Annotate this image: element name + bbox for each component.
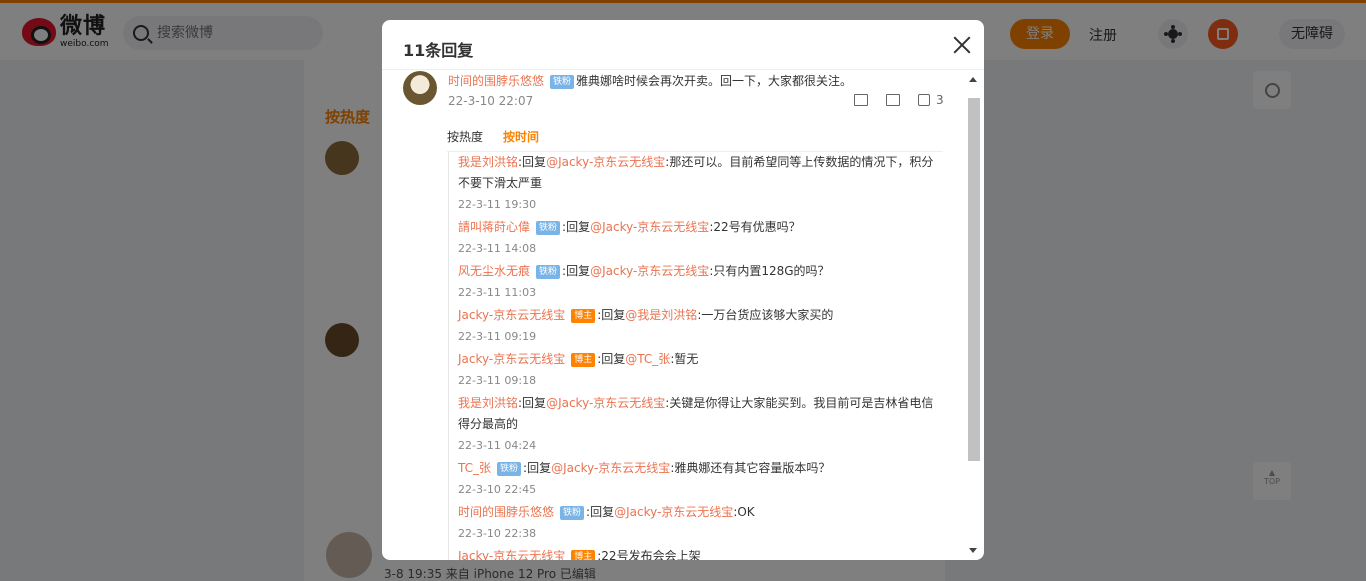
reply-user-link[interactable]: Jacky-京东云无线宝 bbox=[458, 352, 565, 366]
reply-body: :22号发布会会上架 bbox=[597, 549, 701, 560]
reply-text: 风无尘水无痕 铁粉:回复@Jacky-京东云无线宝:只有内置128G的吗？ bbox=[458, 260, 942, 282]
reply-time: 22-3-10 22:38 bbox=[458, 527, 537, 540]
replies-dialog: 11条回复 时间的围脖乐悠悠 铁粉 雅典娜啥时候会再次开卖。回一下，大家都很关注。 … bbox=[382, 20, 984, 560]
reply-time: 22-3-11 09:19 bbox=[458, 330, 537, 343]
comment-actions: 3 bbox=[854, 93, 944, 107]
dialog-body: 时间的围脖乐悠悠 铁粉 雅典娜啥时候会再次开卖。回一下，大家都很关注。 22-3-1… bbox=[382, 70, 966, 560]
root-comment-text: 雅典娜啥时候会再次开卖。回一下，大家都很关注。 bbox=[576, 74, 853, 88]
reply-body: :一万台货应该够大家买的 bbox=[697, 308, 834, 322]
reply-time: 22-3-11 11:03 bbox=[458, 286, 537, 299]
reply-body: :只有内置128G的吗？ bbox=[709, 264, 830, 278]
reply-text: 我是刘洪铭:回复@Jacky-京东云无线宝:那还可以。目前希望同等上传数据的情况… bbox=[458, 151, 942, 194]
reply-prefix: :回复 bbox=[523, 461, 552, 475]
mention-link[interactable]: @Jacky-京东云无线宝 bbox=[590, 220, 709, 234]
reply-item: TC_张 铁粉:回复@Jacky-京东云无线宝:雅典娜还有其它容量版本吗？ 22-3… bbox=[449, 457, 942, 501]
scroll-down-arrow-icon[interactable] bbox=[969, 548, 977, 553]
reply-user-link[interactable]: 我是刘洪铭 bbox=[458, 396, 518, 410]
reply-body: :暂无 bbox=[670, 352, 699, 366]
reply-prefix: :回复 bbox=[518, 155, 547, 169]
scroll-up-arrow-icon[interactable] bbox=[969, 77, 977, 82]
reply-prefix: :回复 bbox=[597, 308, 626, 322]
dialog-title: 11条回复 bbox=[403, 41, 474, 60]
reply-time: 22-3-11 14:08 bbox=[458, 242, 537, 255]
reply-time: 22-3-11 19:30 bbox=[458, 198, 537, 211]
dialog-scrollbar[interactable] bbox=[967, 70, 981, 560]
reply-prefix: :回复 bbox=[518, 396, 547, 410]
reply-list: 我是刘洪铭:回复@Jacky-京东云无线宝:那还可以。目前希望同等上传数据的情况… bbox=[448, 151, 942, 560]
share-icon[interactable] bbox=[854, 94, 868, 106]
reply-user-link[interactable]: 我是刘洪铭 bbox=[458, 155, 518, 169]
reply-user-link[interactable]: Jacky-京东云无线宝 bbox=[458, 549, 565, 560]
avatar[interactable] bbox=[403, 71, 437, 105]
fan-badge: 铁粉 bbox=[560, 506, 585, 520]
fan-badge: 铁粉 bbox=[536, 265, 561, 279]
like-button[interactable]: 3 bbox=[918, 93, 944, 107]
mention-link[interactable]: @Jacky-京东云无线宝 bbox=[590, 264, 709, 278]
fan-badge: 铁粉 bbox=[497, 462, 522, 476]
tab-by-time[interactable]: 按时间 bbox=[503, 128, 539, 145]
thumbs-up-icon bbox=[918, 94, 930, 106]
reply-item: Jacky-京东云无线宝 博主:回复@我是刘洪铭:一万台货应该够大家买的 22-3-… bbox=[449, 304, 942, 348]
reply-item: 我是刘洪铭:回复@Jacky-京东云无线宝:关键是你得让大家能买到。我目前可是吉… bbox=[449, 392, 942, 457]
reply-body: :OK bbox=[733, 505, 755, 519]
root-comment-time: 22-3-10 22:07 bbox=[448, 94, 534, 108]
reply-item: Jacky-京东云无线宝 博主:回复@TC_张:暂无 22-3-11 09:18 bbox=[449, 348, 942, 392]
reply-item: 风无尘水无痕 铁粉:回复@Jacky-京东云无线宝:只有内置128G的吗？ 22-3… bbox=[449, 260, 942, 304]
close-icon[interactable] bbox=[953, 36, 971, 54]
mention-link[interactable]: @我是刘洪铭 bbox=[625, 308, 697, 322]
author-badge: 博主 bbox=[571, 353, 596, 367]
reply-text: 时间的围脖乐悠悠 铁粉:回复@Jacky-京东云无线宝:OK bbox=[458, 501, 942, 523]
reply-text: 我是刘洪铭:回复@Jacky-京东云无线宝:关键是你得让大家能买到。我目前可是吉… bbox=[458, 392, 942, 435]
comment-icon[interactable] bbox=[886, 94, 900, 106]
reply-text: Jacky-京东云无线宝 博主:22号发布会会上架 bbox=[458, 545, 942, 560]
fan-badge: 铁粉 bbox=[550, 75, 575, 89]
reply-body: :雅典娜还有其它容量版本吗？ bbox=[670, 461, 831, 475]
reply-user-link[interactable]: 时间的围脖乐悠悠 bbox=[458, 505, 554, 519]
scroll-thumb[interactable] bbox=[968, 98, 980, 461]
mention-link[interactable]: @Jacky-京东云无线宝 bbox=[551, 461, 670, 475]
reply-user-link[interactable]: 风无尘水无痕 bbox=[458, 264, 530, 278]
mention-link[interactable]: @TC_张 bbox=[625, 352, 670, 366]
mention-link[interactable]: @Jacky-京东云无线宝 bbox=[546, 396, 665, 410]
tab-by-hot[interactable]: 按热度 bbox=[447, 128, 483, 145]
reply-prefix: :回复 bbox=[586, 505, 615, 519]
reply-user-link[interactable]: 請叫蒋莳心偉 bbox=[458, 220, 530, 234]
reply-item: Jacky-京东云无线宝 博主:22号发布会会上架 bbox=[449, 545, 942, 560]
reply-prefix: :回复 bbox=[562, 220, 591, 234]
reply-time: 22-3-11 09:18 bbox=[458, 374, 537, 387]
dialog-header: 11条回复 bbox=[382, 20, 984, 70]
sort-tabs: 按热度 按时间 bbox=[447, 128, 943, 152]
reply-item: 請叫蒋莳心偉 铁粉:回复@Jacky-京东云无线宝:22号有优惠吗？ 22-3-11… bbox=[449, 216, 942, 260]
reply-text: TC_张 铁粉:回复@Jacky-京东云无线宝:雅典娜还有其它容量版本吗？ bbox=[458, 457, 942, 479]
reply-time: 22-3-11 04:24 bbox=[458, 439, 537, 452]
mention-link[interactable]: @Jacky-京东云无线宝 bbox=[614, 505, 733, 519]
mention-link[interactable]: @Jacky-京东云无线宝 bbox=[546, 155, 665, 169]
root-user-link[interactable]: 时间的围脖乐悠悠 bbox=[448, 74, 544, 88]
reply-prefix: :回复 bbox=[562, 264, 591, 278]
reply-user-link[interactable]: Jacky-京东云无线宝 bbox=[458, 308, 565, 322]
reply-time: 22-3-10 22:45 bbox=[458, 483, 537, 496]
reply-user-link[interactable]: TC_张 bbox=[458, 461, 491, 475]
like-count: 3 bbox=[936, 93, 944, 107]
author-badge: 博主 bbox=[571, 550, 596, 560]
reply-prefix: :回复 bbox=[597, 352, 626, 366]
reply-item: 时间的围脖乐悠悠 铁粉:回复@Jacky-京东云无线宝:OK 22-3-10 22:… bbox=[449, 501, 942, 545]
root-comment: 时间的围脖乐悠悠 铁粉 雅典娜啥时候会再次开卖。回一下，大家都很关注。 bbox=[448, 73, 852, 89]
reply-body: :22号有优惠吗？ bbox=[709, 220, 801, 234]
author-badge: 博主 bbox=[571, 309, 596, 323]
reply-item: 我是刘洪铭:回复@Jacky-京东云无线宝:那还可以。目前希望同等上传数据的情况… bbox=[449, 151, 942, 216]
reply-text: Jacky-京东云无线宝 博主:回复@TC_张:暂无 bbox=[458, 348, 942, 370]
reply-text: Jacky-京东云无线宝 博主:回复@我是刘洪铭:一万台货应该够大家买的 bbox=[458, 304, 942, 326]
reply-text: 請叫蒋莳心偉 铁粉:回复@Jacky-京东云无线宝:22号有优惠吗？ bbox=[458, 216, 942, 238]
fan-badge: 铁粉 bbox=[536, 221, 561, 235]
